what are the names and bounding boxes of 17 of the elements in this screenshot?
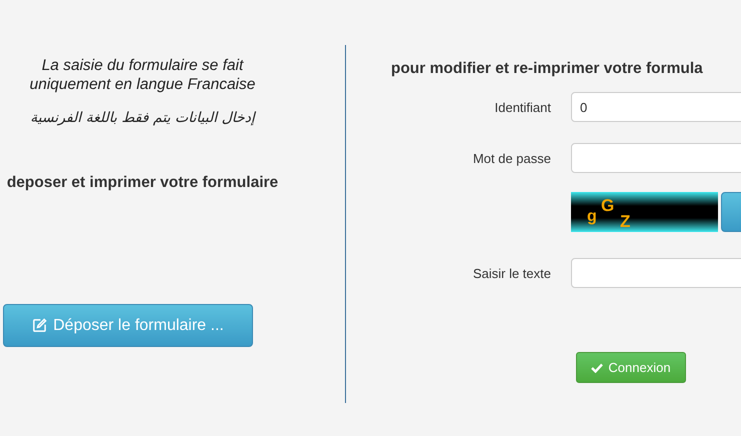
section-heading: pour modifier et re-imprimer votre formula [391, 60, 704, 78]
login-button[interactable]: Connexion [576, 352, 686, 383]
notice-text: إدخال البيانات يتم فقط باللغة الفرنسية [30, 110, 255, 126]
edit-icon [32, 318, 48, 333]
section-heading: deposer et imprimer votre formulaire [6, 174, 278, 192]
captcha-char: g [587, 208, 597, 226]
field-label: Mot de passe [472, 150, 551, 166]
captcha-char: G [601, 196, 614, 216]
input-field[interactable] [571, 143, 741, 173]
input-field[interactable] [571, 258, 741, 288]
captcha-char: Z [620, 212, 630, 232]
check-icon [591, 362, 604, 372]
field-label: Saisir le texte [472, 266, 551, 280]
notice-text: La saisie du formulaire se fait uniquement en langue Francaise [28, 56, 256, 94]
submit-form-button[interactable]: Déposer le formulaire ... [3, 304, 253, 347]
input-field[interactable]: 0 [571, 92, 741, 122]
field-label: Identifiant [494, 100, 551, 114]
